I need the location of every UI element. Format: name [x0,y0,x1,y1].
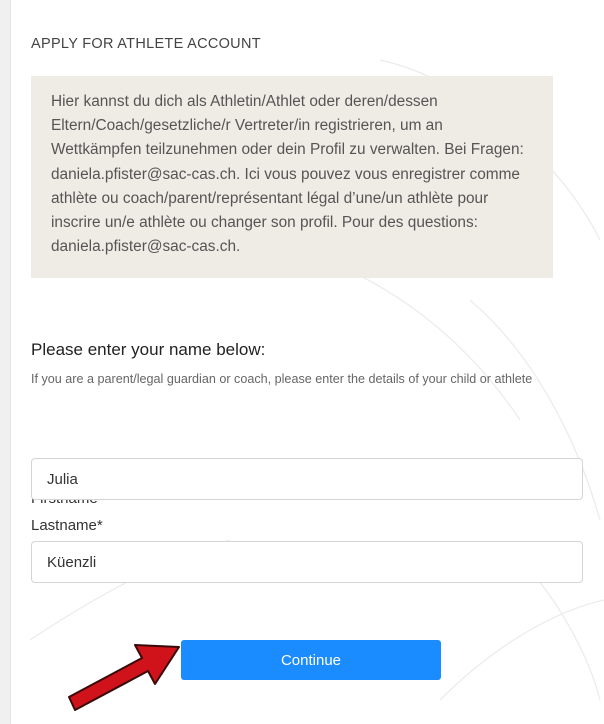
left-edge-divider [10,0,11,724]
red-arrow-icon [68,644,180,711]
left-edge-strip [0,0,10,724]
name-prompt: Please enter your name below: [31,340,266,359]
name-hint: If you are a parent/legal guardian or co… [31,372,533,386]
lastname-label: Lastname* [31,517,103,534]
section-title: APPLY FOR ATHLETE ACCOUNT [31,36,261,52]
firstname-input[interactable] [31,458,583,500]
info-box: Hier kannst du dich als Athletin/Athlet … [31,76,553,278]
continue-button[interactable]: Continue [181,640,441,680]
info-text: Hier kannst du dich als Athletin/Athlet … [51,93,524,256]
lastname-input[interactable] [31,541,583,583]
